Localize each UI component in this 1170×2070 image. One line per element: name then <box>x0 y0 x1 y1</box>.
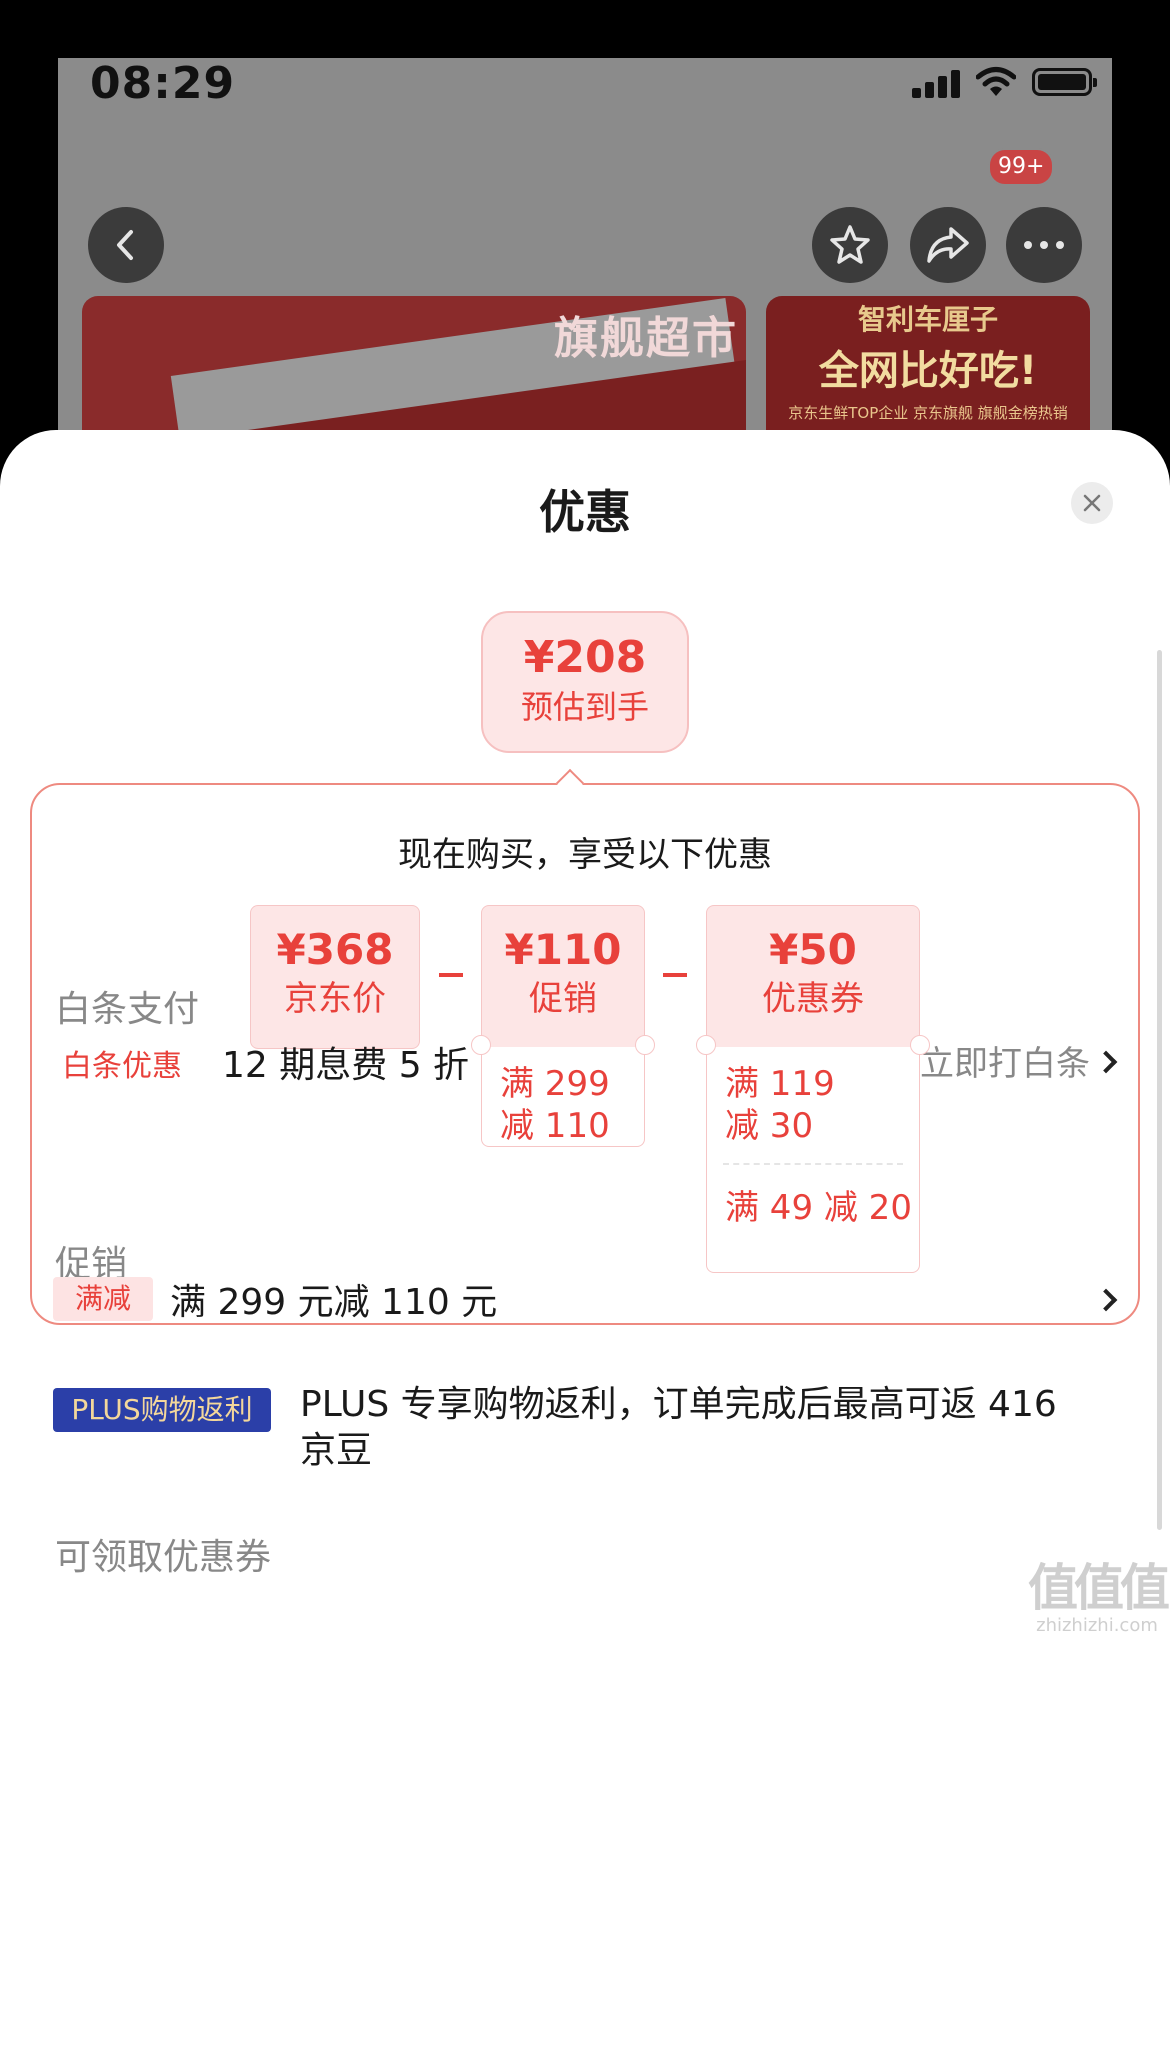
status-time: 08:29 <box>90 58 236 109</box>
scrollbar[interactable] <box>1157 650 1162 1530</box>
share-button[interactable] <box>910 207 986 283</box>
favorite-button[interactable] <box>812 207 888 283</box>
banner-left-title: 旗舰超市 <box>554 313 738 364</box>
coupon-box: ¥50 优惠券 <box>706 905 920 1049</box>
coupon-section-title: 可领取优惠券 <box>55 1537 272 1578</box>
baitiao-link[interactable]: 立即打白条 <box>920 1036 1090 1085</box>
breakdown-heading: 现在购买，享受以下优惠 <box>398 835 772 875</box>
estimated-price-bubble: ¥208 预估到手 <box>481 611 689 753</box>
more-button[interactable] <box>1006 207 1082 283</box>
promotion-amount: ¥110 <box>504 925 622 974</box>
watermark-logo: 值值值 <box>1028 1559 1170 1617</box>
manjian-tag: 满减 <box>53 1277 153 1321</box>
battery-icon <box>1032 68 1097 96</box>
watermark: 值值值 zhizhizhi.com <box>1022 1560 1170 1640</box>
baitiao-section-title: 白条支付 <box>55 989 200 1030</box>
watermark-domain: zhizhizhi.com <box>1036 1615 1158 1636</box>
promotion-detail: 满 299 减 110 <box>481 1047 645 1147</box>
list-price-label: 京东价 <box>284 979 386 1019</box>
banner-right-main: 全网比好吃! <box>818 348 1038 394</box>
wifi-icon <box>976 67 1016 96</box>
list-price-amount: ¥368 <box>276 925 394 974</box>
notification-badge: 99+ <box>988 148 1055 186</box>
back-button[interactable] <box>88 207 164 283</box>
estimated-price-label: 预估到手 <box>520 688 649 726</box>
minus-sign <box>439 973 463 977</box>
discount-sheet: 优惠 ¥208 预估到手 现在购买，享受以下优惠 ¥368 京东价 ¥110 促… <box>0 430 1170 2070</box>
promotion-detail-line: 满 299 <box>500 1064 610 1104</box>
coupon-amount: ¥50 <box>769 925 857 974</box>
close-icon <box>1083 494 1101 512</box>
banner-right-sub: 京东生鲜TOP企业 京东旗舰 旗舰金榜热销 <box>788 404 1068 422</box>
estimated-price: ¥208 <box>523 632 647 683</box>
manjian-text[interactable]: 满 299 元减 110 元 <box>170 1273 497 1325</box>
promotion-label: 促销 <box>529 979 597 1019</box>
promotion-box: ¥110 促销 <box>481 905 645 1049</box>
coupon-detail-line: 减 30 <box>725 1106 814 1146</box>
star-icon <box>830 225 870 264</box>
dashed-divider <box>723 1163 903 1165</box>
more-dots-icon <box>1024 241 1064 249</box>
baitiao-offer-text: 12 期息费 5 折 <box>222 1045 470 1086</box>
status-bar: 08:29 <box>58 58 1112 128</box>
promotion-detail-line: 减 110 <box>500 1106 610 1146</box>
plus-rebate-text: PLUS 专享购物返利，订单完成后最高可返 416 京豆 <box>300 1384 1057 1471</box>
plus-rebate-tag: PLUS购物返利 <box>53 1388 271 1432</box>
share-icon <box>927 227 969 263</box>
coupon-label: 优惠券 <box>762 979 864 1019</box>
minus-sign <box>663 973 687 977</box>
coupon-detail: 满 119 减 30 满 49 减 20 <box>706 1047 920 1273</box>
coupon-extra-line: 满 49 减 20 <box>725 1188 912 1228</box>
status-icons <box>872 58 1112 128</box>
coupon-detail-line: 满 119 <box>725 1064 835 1104</box>
chevron-left-icon <box>117 230 133 260</box>
close-button[interactable] <box>1071 482 1113 524</box>
banner-right-top: 智利车厘子 <box>857 303 998 336</box>
baitiao-tag: 白条优惠 <box>62 1049 182 1084</box>
sheet-title: 优惠 <box>539 485 631 539</box>
list-price-box: ¥368 京东价 <box>250 905 420 1049</box>
